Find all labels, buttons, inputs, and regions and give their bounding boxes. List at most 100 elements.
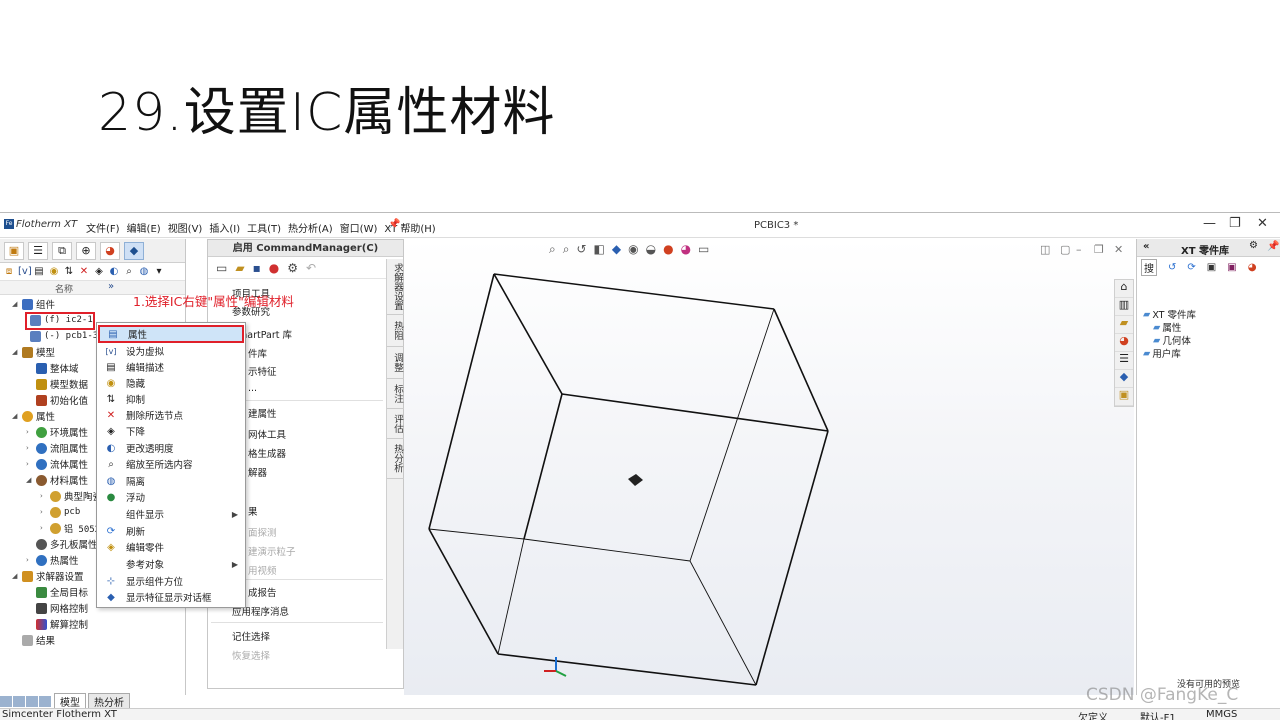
ctx-suppress[interactable]: ⇅ 抑制 bbox=[98, 391, 244, 407]
cmd-remember-selection[interactable]: 记住选择 bbox=[232, 629, 270, 643]
tree-node-model-data[interactable]: 模型数据 bbox=[36, 376, 88, 392]
virtual-tool-icon[interactable]: [v] bbox=[18, 266, 32, 277]
close-icon[interactable]: ✕ bbox=[1257, 216, 1268, 231]
cmd-surface-probe[interactable]: 面探测 bbox=[248, 525, 277, 539]
collapse-left-icon[interactable]: « bbox=[1143, 241, 1149, 252]
ic-component[interactable] bbox=[628, 474, 643, 486]
expand-chevron-icon[interactable]: » bbox=[108, 281, 114, 292]
cmd-show-feature[interactable]: 示特征 bbox=[248, 364, 277, 378]
library-settings-gear-icon[interactable]: ⚙ bbox=[1249, 240, 1258, 251]
tree-node-env-attr[interactable]: › 环境属性 bbox=[26, 424, 88, 440]
ctx-isolate[interactable]: ◍ 隔离 bbox=[98, 473, 244, 489]
tree-node-mesh[interactable]: 网格控制 bbox=[36, 600, 88, 616]
library-pin-icon[interactable]: 📌 bbox=[1267, 241, 1279, 252]
library-node-geometry[interactable]: ▰ 几何体 bbox=[1153, 333, 1191, 348]
tree-node-typical-ceramic[interactable]: › 典型陶瓷 bbox=[40, 488, 102, 504]
flotherm-tab-icon[interactable]: ◆ bbox=[124, 241, 144, 260]
restore-icon[interactable]: ❐ bbox=[1229, 216, 1241, 231]
nav-prev-icon[interactable] bbox=[13, 696, 25, 707]
home-icon[interactable]: ⌂ bbox=[1115, 280, 1133, 298]
tree-node-components[interactable]: ◢ 组件 bbox=[12, 296, 55, 312]
description-tool-icon[interactable]: ▤ bbox=[33, 266, 45, 277]
menu-insert[interactable]: 插入(I) bbox=[209, 220, 240, 235]
library-node-xt[interactable]: ▰ XT 零件库 bbox=[1143, 307, 1196, 322]
menu-thermal[interactable]: 热分析(A) bbox=[288, 220, 333, 235]
pin-icon[interactable]: 📌 bbox=[388, 219, 400, 230]
settings-gear-icon[interactable]: ⚙ bbox=[287, 261, 298, 275]
down-tool-icon[interactable]: ◈ bbox=[93, 266, 105, 277]
ctx-show-orientation[interactable]: ⊹ 显示组件方位 bbox=[98, 573, 244, 589]
ctx-zoom-to-selection[interactable]: ⌕ 缩放至所选内容 bbox=[98, 456, 244, 472]
ctx-component-display[interactable]: 组件显示 ▶ bbox=[98, 506, 244, 522]
transparency-tool-icon[interactable]: ◐ bbox=[108, 266, 120, 277]
menu-edit[interactable]: 编辑(E) bbox=[127, 220, 161, 235]
cmd-mesh-tools[interactable]: 网体工具 bbox=[248, 427, 286, 441]
menu-file[interactable]: 文件(F) bbox=[86, 220, 120, 235]
cmd-results[interactable]: 果 bbox=[248, 504, 258, 518]
cmd-generate-report[interactable]: 成报告 bbox=[248, 585, 277, 599]
search-input[interactable]: 搜 bbox=[1141, 258, 1157, 276]
tree-node-results[interactable]: 结果 bbox=[22, 632, 55, 648]
delete-tool-icon[interactable]: ✕ bbox=[78, 266, 90, 277]
origin-tab-icon[interactable]: ⊕ bbox=[76, 241, 96, 260]
vtab-thermal-resistance[interactable]: 热阻 bbox=[387, 315, 404, 347]
open-file-icon[interactable]: ▰ bbox=[235, 261, 244, 275]
ctx-delete-nodes[interactable]: ✕ 删除所选节点 bbox=[98, 407, 244, 423]
library-node-attributes[interactable]: ▰ 属性 bbox=[1153, 320, 1181, 335]
nav-next-icon[interactable] bbox=[26, 696, 38, 707]
file-explorer-icon[interactable]: ▰ bbox=[1115, 316, 1133, 334]
traffic-light-icon[interactable]: ● bbox=[269, 261, 279, 275]
tree-node-model[interactable]: ◢ 模型 bbox=[12, 344, 55, 360]
new-file-icon[interactable]: ▭ bbox=[216, 261, 227, 275]
xt-library-icon[interactable]: ▣ bbox=[1115, 388, 1133, 406]
library-refresh-icon[interactable]: ⟳ bbox=[1187, 262, 1195, 273]
ctx-move-down[interactable]: ◈ 下降 bbox=[98, 423, 244, 439]
config-tab-icon[interactable]: ⧉ bbox=[52, 241, 72, 260]
cmd-video[interactable]: 用视频 bbox=[248, 563, 277, 577]
hide-tool-icon[interactable]: ◉ bbox=[48, 266, 60, 277]
ctx-edit-description[interactable]: ▤ 编辑描述 bbox=[98, 359, 244, 375]
vtab-adjust[interactable]: 调整 bbox=[387, 347, 404, 379]
menu-window[interactable]: 窗口(W) bbox=[340, 220, 378, 235]
cmd-more[interactable]: ... bbox=[248, 383, 257, 394]
ctx-reference-objects[interactable]: 参考对象 ▶ bbox=[98, 556, 244, 572]
library-add-icon[interactable]: ▣ bbox=[1207, 262, 1216, 273]
status-units[interactable]: MMGS bbox=[1206, 709, 1237, 720]
tree-node-pcb[interactable]: (-) pcb1-3 bbox=[30, 328, 98, 344]
save-icon[interactable]: ▪ bbox=[253, 261, 261, 275]
ctx-refresh[interactable]: ⟳ 刷新 bbox=[98, 523, 244, 539]
menu-view[interactable]: 视图(V) bbox=[168, 220, 203, 235]
tree-node-porous[interactable]: 多孔板属性 bbox=[36, 536, 98, 552]
ctx-show-feature-dialog[interactable]: ◆ 显示特征显示对话框 bbox=[98, 589, 244, 605]
cmd-mesh-generator[interactable]: 格生成器 bbox=[248, 446, 286, 460]
nav-first-icon[interactable] bbox=[0, 696, 12, 707]
more-tool-icon[interactable]: ▾ bbox=[153, 266, 165, 277]
library-node-user[interactable]: ▰ 用户库 bbox=[1143, 346, 1181, 361]
library-chip-icon[interactable]: ▣ bbox=[1227, 262, 1236, 273]
tree-node-initialization[interactable]: 初始化值 bbox=[36, 392, 88, 408]
tree-node-al-material[interactable]: › 铝 5052 bbox=[40, 520, 100, 536]
status-config[interactable]: 默认-F1 bbox=[1140, 709, 1176, 720]
ctx-hide[interactable]: ◉ 隐藏 bbox=[98, 375, 244, 391]
tree-node-fluid-attr[interactable]: › 流体属性 bbox=[26, 456, 88, 472]
tree-node-global-goal[interactable]: 全局目标 bbox=[36, 584, 88, 600]
vtab-annotate[interactable]: 标注 bbox=[387, 379, 404, 409]
menu-tools[interactable]: 工具(T) bbox=[247, 220, 281, 235]
graphics-viewport[interactable]: ⌕ ⌕ ↺ ◧ ◆ ◉ ◒ ● ◕ ▭ ◫ ▢ – ❐ ✕ bbox=[404, 239, 1134, 695]
minimize-icon[interactable]: — bbox=[1203, 216, 1216, 231]
tree-node-solve-control[interactable]: 解算控制 bbox=[36, 616, 88, 632]
ctx-set-virtual[interactable]: [v] 设为虚拟 bbox=[98, 343, 244, 359]
library-back-icon[interactable]: ↺ bbox=[1168, 262, 1176, 273]
sort-tool-icon[interactable]: ⇅ bbox=[63, 266, 75, 277]
ctx-float[interactable]: ● 浮动 bbox=[98, 489, 244, 505]
cmd-create-attribute[interactable]: 建属性 bbox=[248, 406, 277, 420]
nav-last-icon[interactable] bbox=[39, 696, 51, 707]
appearances-icon[interactable]: ◕ bbox=[1115, 334, 1133, 352]
tree-node-material-attr[interactable]: ◢ 材料属性 bbox=[26, 472, 88, 488]
library-color-icon[interactable]: ◕ bbox=[1248, 262, 1257, 273]
tree-node-overall-domain[interactable]: 整体域 bbox=[36, 360, 79, 376]
command-manager-title[interactable]: 启用 CommandManager(C) bbox=[208, 240, 403, 257]
ctx-properties[interactable]: ▤ 属性 bbox=[98, 325, 244, 343]
tree-node-pcb-material[interactable]: › pcb bbox=[40, 504, 80, 520]
flotherm-icon[interactable]: ◆ bbox=[1115, 370, 1133, 388]
